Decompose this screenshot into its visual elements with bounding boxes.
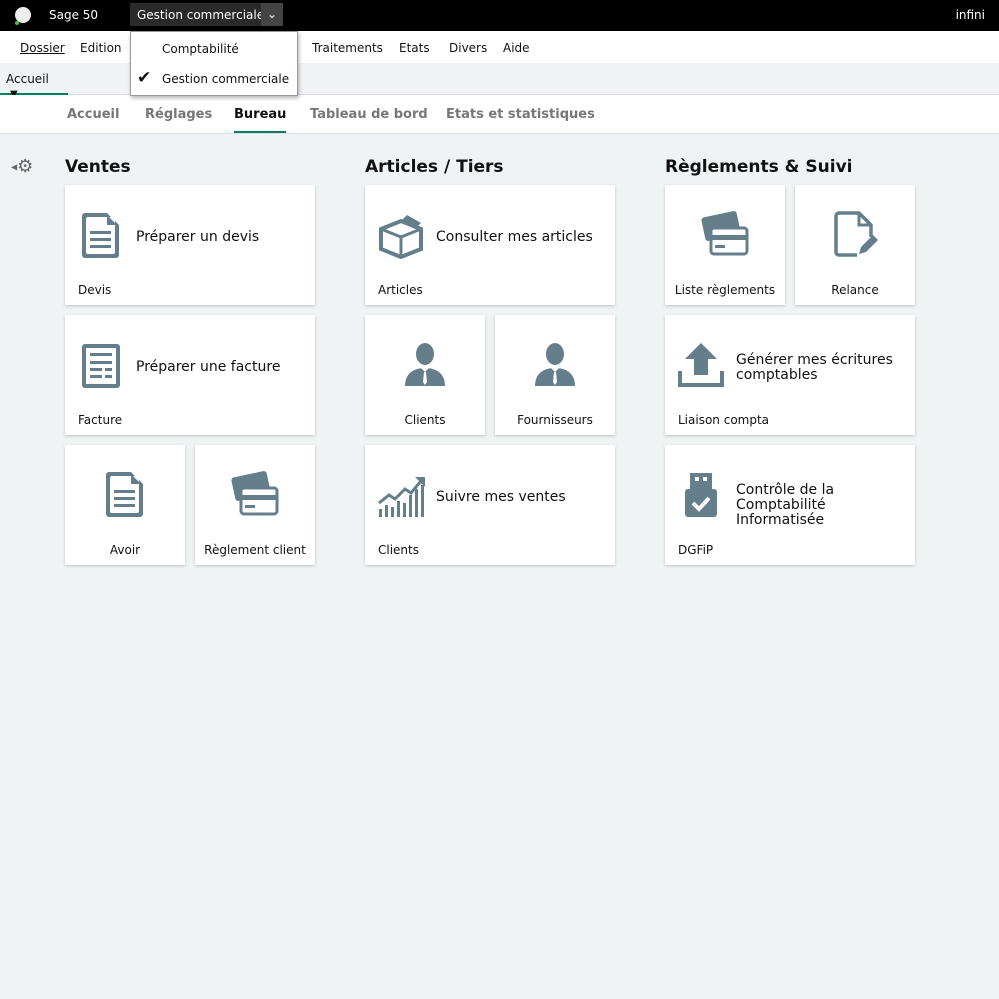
home-label: Accueil xyxy=(6,72,49,86)
payment-cards-icon xyxy=(231,470,279,518)
tile-liaison-compta[interactable]: Générer mes écritures comptables Liaison … xyxy=(665,315,915,435)
section-ventes: Ventes xyxy=(65,157,131,177)
tile-title: Suivre mes ventes xyxy=(436,489,566,505)
home-dropdown[interactable]: Accueil ▼ xyxy=(0,63,68,100)
menu-traitements[interactable]: Traitements xyxy=(312,41,383,55)
person-icon xyxy=(401,340,449,388)
menu-item-comptabilite[interactable]: Comptabilité xyxy=(162,42,239,56)
invoice-icon xyxy=(77,341,125,389)
module-selector[interactable]: Gestion commerciale ⌄ xyxy=(130,3,283,26)
tile-label: Clients xyxy=(378,543,419,557)
tile-relance[interactable]: Relance xyxy=(795,185,915,305)
section-articles-tiers: Articles / Tiers xyxy=(365,157,504,177)
document-icon xyxy=(101,470,149,518)
tab-tableau-de-bord[interactable]: Tableau de bord xyxy=(310,107,428,122)
usb-check-icon xyxy=(677,471,725,519)
tile-title: Préparer une facture xyxy=(136,359,281,375)
document-icon xyxy=(77,211,125,259)
menu-divers[interactable]: Divers xyxy=(449,41,487,55)
tile-label: Devis xyxy=(78,283,112,297)
tile-devis[interactable]: Préparer un devis Devis xyxy=(65,185,315,305)
settings-gear-icon[interactable]: ◀⚙ xyxy=(11,156,33,177)
title-bar: Sage 50 Gestion commerciale ⌄ infini xyxy=(0,0,999,31)
menu-edition[interactable]: Edition xyxy=(80,41,122,55)
tab-bureau[interactable]: Bureau xyxy=(234,107,287,133)
app-name: Sage 50 xyxy=(49,8,99,22)
tile-title: Contrôle de la Comptabilité Informatisée xyxy=(736,482,835,528)
tab-reglages[interactable]: Réglages xyxy=(145,107,212,122)
tile-label: Relance xyxy=(831,283,879,297)
menu-item-gestion-commerciale[interactable]: Gestion commerciale xyxy=(162,72,289,86)
tile-title: Générer mes écritures comptables xyxy=(736,352,893,383)
tile-label: Articles xyxy=(378,283,423,297)
module-dropdown-menu: Comptabilité ✔ Gestion commerciale xyxy=(130,31,298,96)
tile-label: Clients xyxy=(404,413,446,427)
tile-r-glement-client[interactable]: Règlement client xyxy=(195,445,315,565)
user-name[interactable]: infini xyxy=(956,8,985,22)
upload-icon xyxy=(677,341,725,389)
section-reglements-suivi: Règlements & Suivi xyxy=(665,157,853,177)
chevron-down-icon[interactable]: ⌄ xyxy=(261,3,283,26)
tile-label: Liste règlements xyxy=(674,283,776,297)
tile-liste-r-glements[interactable]: Liste règlements xyxy=(665,185,785,305)
tile-label: Liaison compta xyxy=(678,413,770,427)
tab-bar: Accueil Réglages Bureau Tableau de bord … xyxy=(0,95,999,134)
tile-title: Préparer un devis xyxy=(136,229,260,245)
module-selector-value: Gestion commerciale xyxy=(137,8,265,22)
menu-dossier[interactable]: Dossier xyxy=(20,41,65,55)
sage-logo-icon xyxy=(15,7,31,25)
menu-aide[interactable]: Aide xyxy=(503,41,530,55)
tile-label: Avoir xyxy=(109,543,141,557)
checkmark-icon: ✔ xyxy=(137,68,152,88)
payment-cards-icon xyxy=(701,210,749,258)
tile-clients[interactable]: Clients xyxy=(365,315,485,435)
tab-accueil[interactable]: Accueil xyxy=(67,107,119,122)
tile-label: DGFiP xyxy=(678,543,714,557)
tile-facture[interactable]: Préparer une facture Facture xyxy=(65,315,315,435)
tile-fournisseurs[interactable]: Fournisseurs xyxy=(495,315,615,435)
tile-title: Consulter mes articles xyxy=(436,229,593,245)
tile-articles[interactable]: Consulter mes articles Articles xyxy=(365,185,615,305)
tile-clients[interactable]: Suivre mes ventes Clients xyxy=(365,445,615,565)
tile-label: Fournisseurs xyxy=(517,413,593,427)
tile-label: Facture xyxy=(78,413,123,427)
growth-chart-icon xyxy=(377,471,425,519)
tab-etats-statistiques[interactable]: Etats et statistiques xyxy=(446,107,595,122)
box-icon xyxy=(377,211,425,259)
document-edit-icon xyxy=(831,210,879,258)
tile-avoir[interactable]: Avoir xyxy=(65,445,185,565)
person-icon xyxy=(531,340,579,388)
menu-etats[interactable]: Etats xyxy=(399,41,430,55)
tile-dgfip[interactable]: Contrôle de la Comptabilité Informatisée… xyxy=(665,445,915,565)
tile-label: Règlement client xyxy=(204,543,306,557)
